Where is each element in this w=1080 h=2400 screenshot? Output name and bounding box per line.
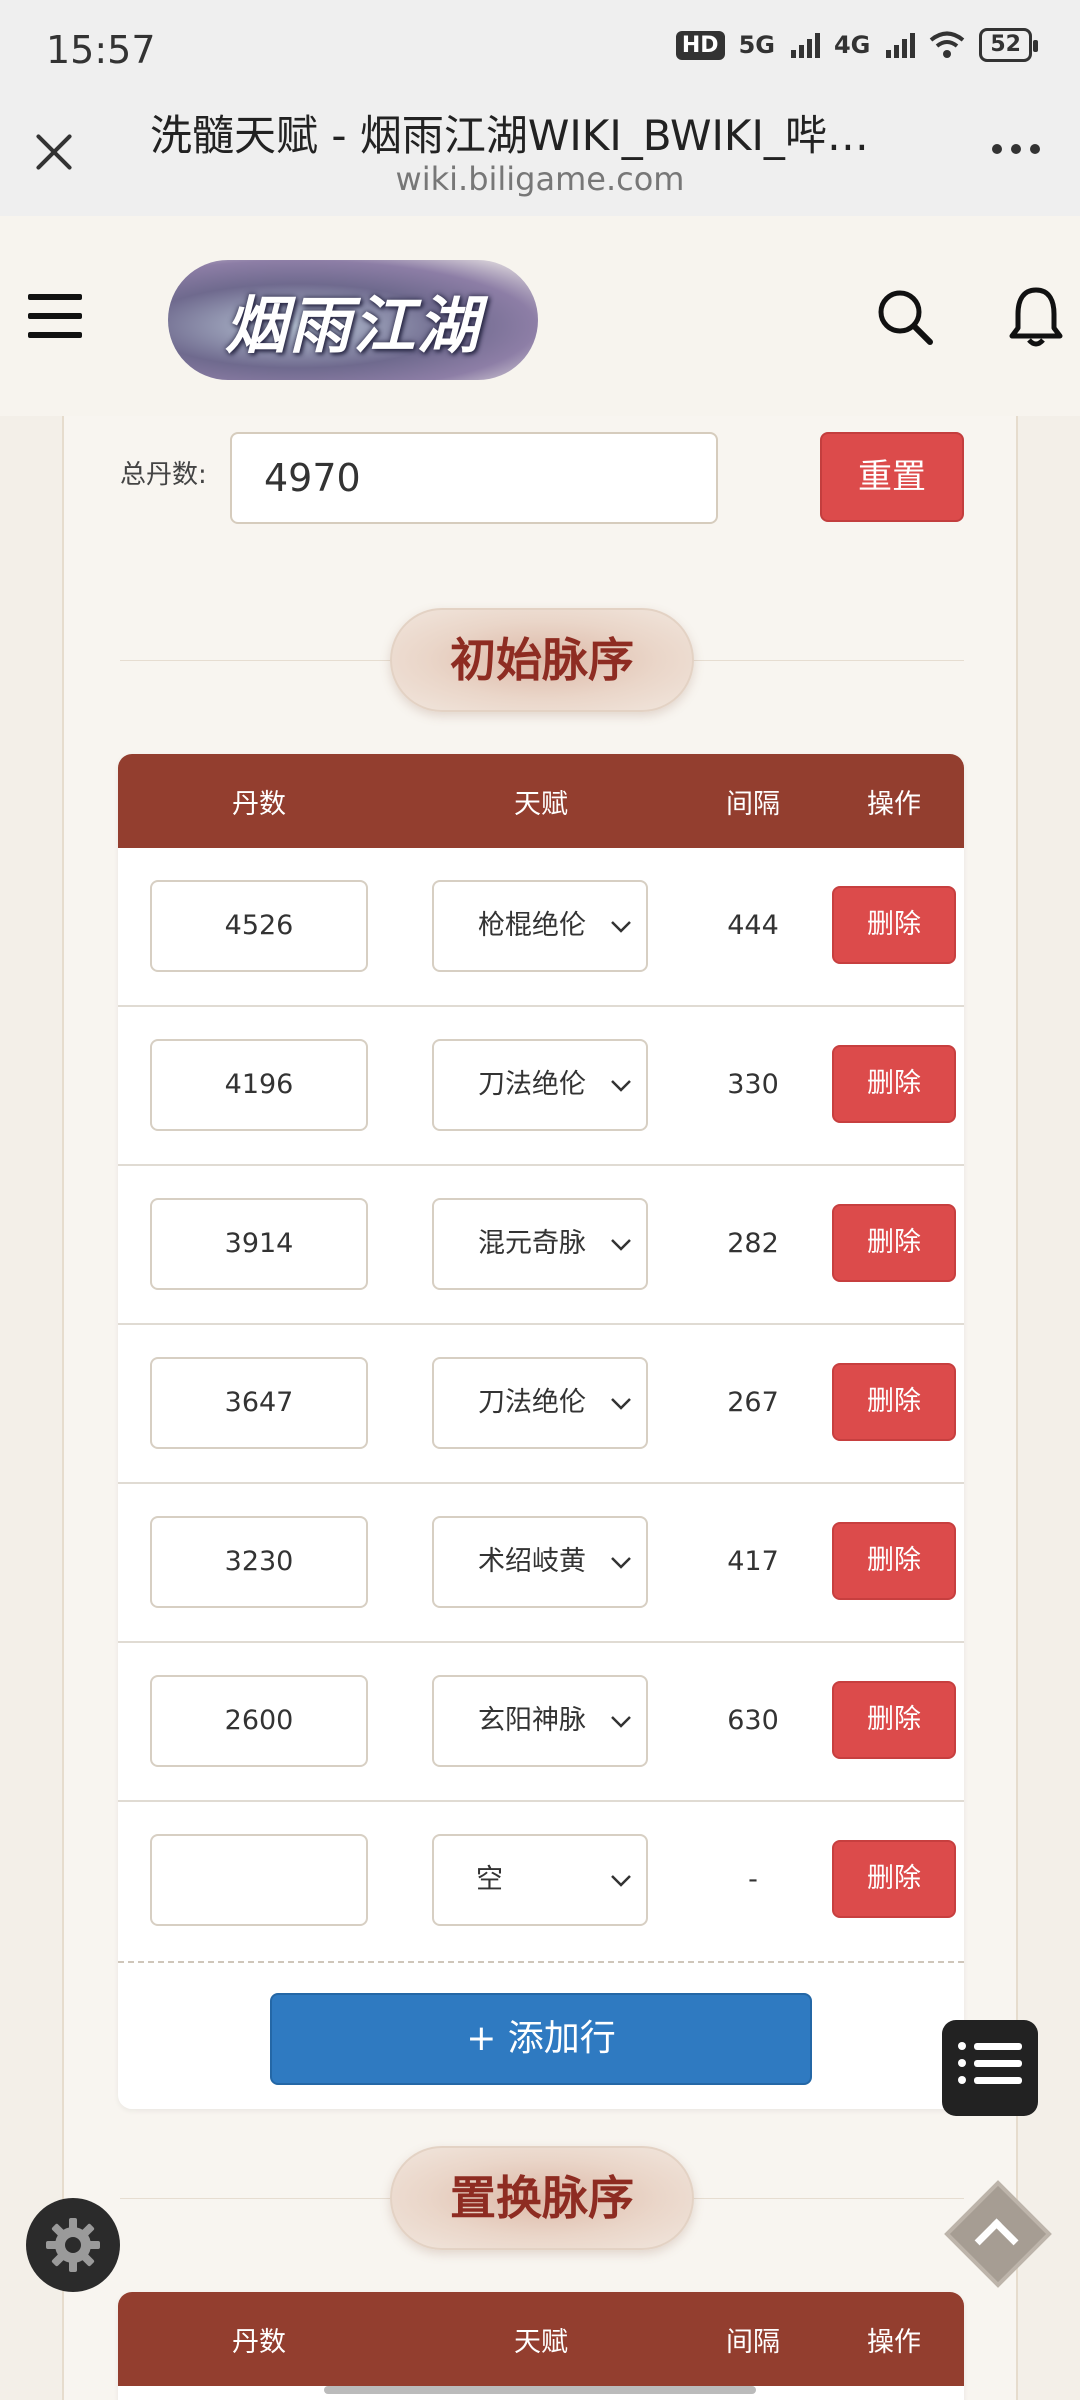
hamburger-icon[interactable] xyxy=(28,294,82,338)
table-row: 4526 枪棍绝伦 444 删除 xyxy=(118,848,964,1007)
table-header: 丹数 天赋 间隔 操作 xyxy=(118,754,964,848)
delete-button[interactable]: 删除 xyxy=(832,1522,956,1600)
gap-value: 267 xyxy=(727,1387,779,1418)
chevron-down-icon xyxy=(611,1557,631,1569)
talent-value: 术绍岐黄 xyxy=(478,1546,586,1577)
table-row: 3230 术绍岐黄 417 删除 xyxy=(118,1484,964,1643)
delete-button[interactable]: 删除 xyxy=(832,1204,956,1282)
chevron-down-icon xyxy=(611,1239,631,1251)
network-5g-label: 5G xyxy=(738,31,775,59)
list-icon[interactable] xyxy=(942,2020,1038,2116)
gap-value: - xyxy=(748,1864,758,1895)
close-icon[interactable] xyxy=(30,128,78,176)
dan-input[interactable]: 4196 xyxy=(150,1039,368,1131)
home-indicator xyxy=(324,2386,756,2394)
more-icon[interactable] xyxy=(992,144,1040,154)
status-icons: HD 5G 4G 52 xyxy=(675,28,1038,62)
dan-input[interactable]: 4526 xyxy=(150,880,368,972)
dan-input[interactable]: 3647 xyxy=(150,1357,368,1449)
status-bar: 15:57 HD 5G 4G 52 xyxy=(0,0,1080,100)
table-row: 空 - 删除 xyxy=(118,1802,964,1961)
header-action: 操作 xyxy=(867,788,921,820)
talent-value: 空 xyxy=(476,1864,503,1895)
signal-5g-icon xyxy=(790,32,820,58)
header-talent: 天赋 xyxy=(514,2326,568,2358)
total-dan-input[interactable]: 4970 xyxy=(230,432,718,524)
gap-value: 444 xyxy=(727,910,779,941)
chevron-down-icon xyxy=(611,1716,631,1728)
talent-value: 刀法绝伦 xyxy=(478,1069,586,1100)
status-time: 15:57 xyxy=(46,28,156,72)
total-label: 总丹数: xyxy=(120,460,207,490)
gap-value: 630 xyxy=(727,1705,779,1736)
bell-icon[interactable] xyxy=(1008,284,1064,348)
gap-value: 282 xyxy=(727,1228,779,1259)
hd-badge: HD xyxy=(675,30,725,60)
table-row: 3647 刀法绝伦 267 删除 xyxy=(118,1325,964,1484)
section-title-initial: 初始脉序 xyxy=(390,608,694,712)
gear-glyph xyxy=(46,2218,100,2272)
add-row-button[interactable]: + 添加行 xyxy=(270,1993,812,2085)
replace-table: 丹数 天赋 间隔 操作 xyxy=(118,2292,964,2400)
talent-select[interactable]: 玄阳神脉 xyxy=(432,1675,648,1767)
wifi-icon xyxy=(930,31,965,58)
header-action: 操作 xyxy=(867,2326,921,2358)
network-4g-label: 4G xyxy=(833,31,871,59)
section-title-replace: 置换脉序 xyxy=(390,2146,694,2250)
search-icon[interactable] xyxy=(876,288,934,346)
add-row-area: + 添加行 xyxy=(118,1961,964,2109)
dan-input[interactable] xyxy=(150,1834,368,1926)
chevron-down-icon xyxy=(611,1398,631,1410)
delete-button[interactable]: 删除 xyxy=(832,1681,956,1759)
content-panel: 总丹数: 4970 重置 初始脉序 丹数 天赋 间隔 操作 4526 枪棍绝伦 … xyxy=(62,416,1018,2400)
header-dan: 丹数 xyxy=(232,788,286,820)
signal-4g-icon xyxy=(886,32,916,58)
header-dan: 丹数 xyxy=(232,2326,286,2358)
header-gap: 间隔 xyxy=(726,2326,780,2358)
talent-select[interactable]: 刀法绝伦 xyxy=(432,1039,648,1131)
delete-button[interactable]: 删除 xyxy=(832,886,956,964)
chevron-down-icon xyxy=(611,921,631,933)
gap-value: 417 xyxy=(727,1546,779,1577)
initial-table: 丹数 天赋 间隔 操作 4526 枪棍绝伦 444 删除 4196 刀法绝伦 3… xyxy=(118,754,964,2109)
talent-select[interactable]: 术绍岐黄 xyxy=(432,1516,648,1608)
battery-icon: 52 xyxy=(979,28,1038,62)
dan-input[interactable]: 3914 xyxy=(150,1198,368,1290)
talent-select[interactable]: 混元奇脉 xyxy=(432,1198,648,1290)
chevron-down-icon xyxy=(611,1875,631,1887)
table-row: 3914 混元奇脉 282 删除 xyxy=(118,1166,964,1325)
table-row: 4196 刀法绝伦 330 删除 xyxy=(118,1007,964,1166)
browser-bar: 洗髓天赋 - 烟雨江湖WIKI_BWIKI_哔哩哔哩 wiki.biligame… xyxy=(0,100,1080,216)
dan-input[interactable]: 2600 xyxy=(150,1675,368,1767)
delete-button[interactable]: 删除 xyxy=(832,1045,956,1123)
talent-value: 刀法绝伦 xyxy=(478,1387,586,1418)
talent-select[interactable]: 空 xyxy=(432,1834,648,1926)
site-header: 烟雨江湖 xyxy=(0,216,1080,416)
talent-value: 混元奇脉 xyxy=(478,1228,586,1259)
page-title: 洗髓天赋 - 烟雨江湖WIKI_BWIKI_哔哩哔哩 xyxy=(150,111,910,160)
reset-button[interactable]: 重置 xyxy=(820,432,964,522)
talent-value: 枪棍绝伦 xyxy=(478,910,586,941)
header-talent: 天赋 xyxy=(514,788,568,820)
table-header: 丹数 天赋 间隔 操作 xyxy=(118,2292,964,2386)
talent-select[interactable]: 刀法绝伦 xyxy=(432,1357,648,1449)
gear-icon[interactable] xyxy=(26,2198,120,2292)
logo-text: 烟雨江湖 xyxy=(224,289,481,362)
dan-input[interactable]: 3230 xyxy=(150,1516,368,1608)
gap-value: 330 xyxy=(727,1069,779,1100)
site-logo[interactable]: 烟雨江湖 xyxy=(168,260,538,380)
talent-value: 玄阳神脉 xyxy=(478,1705,586,1736)
header-gap: 间隔 xyxy=(726,788,780,820)
delete-button[interactable]: 删除 xyxy=(832,1840,956,1918)
talent-select[interactable]: 枪棍绝伦 xyxy=(432,880,648,972)
chevron-down-icon xyxy=(611,1080,631,1092)
table-row: 2600 玄阳神脉 630 删除 xyxy=(118,1643,964,1802)
delete-button[interactable]: 删除 xyxy=(832,1363,956,1441)
page-url: wiki.biligame.com xyxy=(395,160,685,198)
